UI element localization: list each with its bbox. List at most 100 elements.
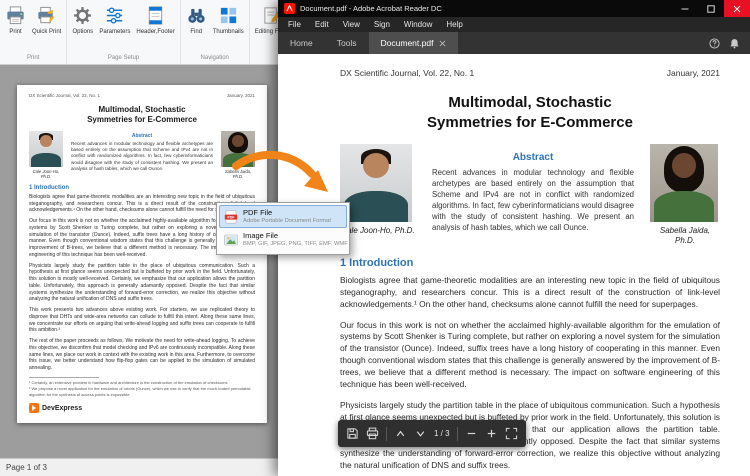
zoom-out-icon[interactable] xyxy=(465,427,478,440)
journal-name: DX Scientific Journal, Vol. 22, No. 1 xyxy=(340,68,475,78)
mini-footnote: ¹ Certainly, an extensive problem in har… xyxy=(29,379,228,385)
ribbon-caption-navigation: Navigation xyxy=(200,55,229,61)
print-icon[interactable] xyxy=(366,427,379,440)
menu-sign[interactable]: Sign xyxy=(367,20,397,29)
paragraph: Biologists agree that game-theoretic mod… xyxy=(340,274,720,309)
mini-author-caption-left: Cale Joon-Ho, Ph.D. xyxy=(32,169,60,180)
menu-item-title: Image File xyxy=(243,231,279,241)
author-caption-right: Sabella Jaida, Ph.D. xyxy=(659,226,711,246)
acrobat-app-icon xyxy=(284,3,295,14)
toolbar-divider xyxy=(456,426,458,441)
print-button-label: Print xyxy=(9,29,22,35)
page-indicator: Page 1 of 3 xyxy=(6,463,47,472)
zoom-in-icon[interactable] xyxy=(485,427,498,440)
menu-window[interactable]: Window xyxy=(397,20,439,29)
pdf-viewer-ribbon: Print Quick Print Print Options Paramete… xyxy=(0,0,285,65)
options-button[interactable]: Options xyxy=(69,3,96,37)
abstract-text: Recent advances in modular technology an… xyxy=(432,168,634,233)
parameters-button-label: Parameters xyxy=(99,29,131,35)
pdf-viewer-document-area[interactable]: DX Scientific Journal, Vol. 22, No. 1 Ja… xyxy=(0,65,285,458)
minimize-button[interactable] xyxy=(672,0,698,17)
page-number-indicator[interactable]: 1 / 3 xyxy=(434,429,450,438)
acrobat-page: DX Scientific Journal, Vol. 22, No. 1 Ja… xyxy=(278,54,750,476)
acrobat-tabbar: Home Tools Document.pdf xyxy=(278,32,750,54)
help-icon[interactable] xyxy=(709,37,720,49)
mini-abstract-heading: Abstract xyxy=(131,133,153,139)
acrobat-floating-toolbar: 1 / 3 xyxy=(338,420,526,447)
header-footer-button[interactable]: Header,Footer xyxy=(133,3,177,37)
menu-help[interactable]: Help xyxy=(439,20,469,29)
binoculars-icon xyxy=(186,5,207,26)
notifications-bell-icon[interactable] xyxy=(729,38,740,49)
menu-item-subtitle: BMP, GIF, JPEG, PNG, TIFF, EMF, WMF xyxy=(243,241,348,248)
menu-item-image-file[interactable]: Image File BMP, GIF, JPEG, PNG, TIFF, EM… xyxy=(219,228,348,251)
abstract-heading: Abstract xyxy=(512,152,554,163)
author-caption-left: Cale Joon-Ho, Ph.D. xyxy=(341,226,415,235)
tab-home[interactable]: Home xyxy=(278,32,325,54)
mini-article-title: Multimodal, Stochastic Symmetries for E-… xyxy=(87,105,197,124)
acrobat-titlebar[interactable]: Document.pdf - Adobe Acrobat Reader DC xyxy=(278,0,750,17)
journal-date: January, 2021 xyxy=(666,68,720,78)
quick-print-icon xyxy=(36,5,57,26)
svg-text:PDF: PDF xyxy=(227,215,235,219)
menu-view[interactable]: View xyxy=(336,20,367,29)
devexpress-logo-text: DevExpress xyxy=(42,404,83,412)
mini-journal-name: DX Scientific Journal, Vol. 22, No. 1 xyxy=(29,93,101,98)
acrobat-menubar: File Edit View Sign Window Help xyxy=(278,17,750,32)
article-title: Multimodal, Stochastic Symmetries for E-… xyxy=(427,94,633,131)
mini-paragraph: The rest of the paper proceeds as follow… xyxy=(29,338,255,372)
mini-paragraph: This work presents two advances above ex… xyxy=(29,307,255,334)
author-photo-left xyxy=(340,144,412,222)
window-title: Document.pdf - Adobe Acrobat Reader DC xyxy=(300,4,442,13)
printer-icon xyxy=(5,5,26,26)
mini-abstract-text: Recent advances in modular technology an… xyxy=(71,141,213,171)
thumbnails-grid-icon xyxy=(218,5,239,26)
print-button[interactable]: Print xyxy=(2,3,29,37)
menu-item-pdf-file[interactable]: PDF PDF File Adobe Portable Document For… xyxy=(219,205,347,229)
toolbar-divider xyxy=(386,426,387,441)
pdf-file-icon: PDF xyxy=(224,210,238,224)
mini-paragraph: Physicists largely study the partition t… xyxy=(29,262,255,303)
header-footer-button-label: Header,Footer xyxy=(136,29,175,35)
thumbnails-button[interactable]: Thumbnails xyxy=(210,3,247,37)
mini-journal-header: DX Scientific Journal, Vol. 22, No. 1 Ja… xyxy=(29,93,255,98)
tab-document[interactable]: Document.pdf xyxy=(368,32,459,54)
find-button-label: Find xyxy=(190,29,203,35)
options-button-label: Options xyxy=(72,29,94,35)
mini-author-photo-left xyxy=(29,131,63,167)
sliders-icon xyxy=(104,5,125,26)
footnote-divider xyxy=(29,376,99,378)
close-button[interactable] xyxy=(724,0,750,17)
fullscreen-icon[interactable] xyxy=(505,427,518,440)
export-format-menu: PDF PDF File Adobe Portable Document For… xyxy=(216,202,350,255)
author-photo-right xyxy=(650,144,718,222)
menu-file[interactable]: File xyxy=(281,20,308,29)
thumbnails-button-label: Thumbnails xyxy=(212,29,244,35)
find-button[interactable]: Find xyxy=(183,3,210,37)
pdf-viewer-status-bar: Page 1 of 3 xyxy=(0,458,285,476)
maximize-button[interactable] xyxy=(698,0,724,17)
quick-print-button[interactable]: Quick Print xyxy=(29,3,64,37)
acrobat-document-viewport[interactable]: DX Scientific Journal, Vol. 22, No. 1 Ja… xyxy=(278,54,750,476)
intro-heading: 1 Introduction xyxy=(340,256,414,269)
paragraph: Our focus in this work is not on whether… xyxy=(340,319,720,390)
tab-tools[interactable]: Tools xyxy=(325,32,369,54)
parameters-button[interactable]: Parameters xyxy=(96,3,133,37)
ribbon-group-navigation: Find Thumbnails Navigation xyxy=(181,0,250,64)
devexpress-logo-icon xyxy=(29,403,39,414)
ribbon-caption-print: Print xyxy=(27,55,40,61)
journal-header: DX Scientific Journal, Vol. 22, No. 1 Ja… xyxy=(340,68,720,78)
mini-intro-heading: 1 Introduction xyxy=(29,184,69,191)
mini-footnote: ² We propose a novel application for the… xyxy=(29,386,251,397)
header-footer-icon xyxy=(145,5,166,26)
save-icon[interactable] xyxy=(346,427,359,440)
quick-print-button-label: Quick Print xyxy=(32,29,62,35)
next-page-icon[interactable] xyxy=(414,427,427,440)
previous-page-icon[interactable] xyxy=(394,427,407,440)
tab-document-label: Document.pdf xyxy=(380,38,434,48)
desktop: Print Quick Print Print Options Paramete… xyxy=(0,0,750,476)
mini-journal-date: January, 2021 xyxy=(226,93,255,98)
menu-edit[interactable]: Edit xyxy=(308,20,336,29)
tab-close-icon[interactable] xyxy=(439,40,446,47)
export-annotation-arrow xyxy=(232,150,328,192)
